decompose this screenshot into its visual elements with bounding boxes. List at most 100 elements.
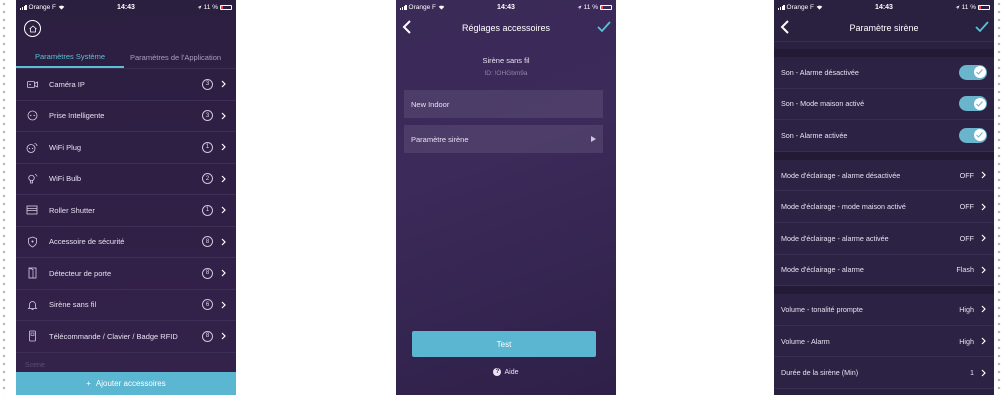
nav-bar: Réglages accessoires — [396, 14, 616, 42]
toggle-switch[interactable] — [959, 96, 987, 112]
status-time: 14:43 — [875, 3, 893, 11]
back-arrow-icon[interactable] — [401, 20, 413, 34]
device-count-badge: 8 — [202, 236, 213, 248]
chevron-right-icon — [219, 143, 227, 151]
camera-icon — [25, 77, 39, 91]
siren-settings-row[interactable]: Paramètre sirène — [404, 125, 603, 153]
test-button[interactable]: Test — [412, 331, 596, 357]
setting-light-alarm-on[interactable]: Mode d'éclairage - alarme activée OFF — [774, 222, 994, 255]
smart-plug-icon — [25, 109, 39, 123]
setting-light-alarm-off[interactable]: Mode d'éclairage - alarme désactivée OFF — [774, 159, 994, 192]
setting-light-alarm[interactable]: Mode d'éclairage - alarme Flash — [774, 254, 994, 287]
add-accessories-button[interactable]: + Ajouter accessoires — [16, 372, 236, 395]
setting-label: Son - Alarme désactivée — [781, 67, 859, 77]
status-time: 14:43 — [117, 3, 135, 11]
chevron-right-icon — [979, 337, 987, 345]
chevron-right-icon — [219, 238, 227, 246]
setting-light-home-mode[interactable]: Mode d'éclairage - mode maison activé OF… — [774, 191, 994, 223]
checkmark-icon[interactable] — [975, 21, 989, 33]
shield-icon — [25, 235, 39, 249]
home-button[interactable] — [24, 20, 41, 37]
checkmark-icon[interactable] — [597, 21, 611, 33]
device-name-field[interactable]: New Indoor — [404, 90, 603, 118]
setting-sound-alarm-on: Son - Alarme activée — [774, 120, 994, 152]
chevron-right-icon — [219, 206, 227, 214]
siren-settings-list: Son - Alarme désactivée Son - Mode maiso… — [774, 49, 994, 389]
decorative-dots-left — [2, 0, 6, 395]
status-bar: Orange F 14:43 11 % — [16, 0, 236, 14]
setting-label: Son - Alarme activée — [781, 130, 848, 140]
shutter-icon — [25, 203, 39, 217]
setting-volume-prompt[interactable]: Volume - tonalité prompte High — [774, 294, 994, 326]
device-label: Roller Shutter — [49, 205, 95, 215]
nav-bar: Paramètre sirène — [774, 14, 994, 42]
decorative-dots-right — [997, 0, 1001, 395]
tab-system-settings[interactable]: Paramètres Système — [16, 46, 124, 68]
device-label: Accessoire de sécurité — [49, 237, 125, 247]
toggle-switch[interactable] — [959, 127, 987, 143]
question-icon: ? — [493, 368, 502, 376]
battery-icon — [220, 4, 232, 10]
setting-value: 1 — [970, 368, 974, 378]
setting-value: OFF — [959, 202, 974, 212]
siren-settings-screen: Orange F 14:43 11 % Paramètre sirène Son… — [774, 0, 994, 395]
scene-section-label: Scene — [25, 362, 45, 369]
device-row-wireless-siren[interactable]: Sirène sans fil 6 — [16, 290, 236, 321]
chevron-right-icon — [219, 175, 227, 183]
device-count-badge: 6 — [202, 299, 213, 311]
device-row-ip-camera[interactable]: Caméra IP 3 — [16, 69, 236, 101]
device-label: Télécommande / Clavier / Badge RFID — [49, 331, 178, 341]
home-icon — [28, 24, 37, 32]
check-icon — [973, 97, 986, 110]
bell-icon — [25, 298, 39, 312]
setting-label: Volume - Alarm — [781, 336, 830, 346]
siren-settings-label: Paramètre sirène — [411, 134, 469, 144]
device-label: Caméra IP — [49, 79, 85, 89]
page-title: Réglages accessoires — [461, 23, 551, 33]
device-row-smart-plug[interactable]: Prise Intelligente 3 — [16, 101, 236, 132]
back-arrow-icon[interactable] — [779, 20, 791, 34]
tab-app-settings[interactable]: Paramètres de l'Application — [124, 46, 227, 68]
setting-label: Mode d'éclairage - alarme activée — [781, 233, 889, 243]
chevron-right-icon — [219, 80, 227, 88]
status-bar: Orange F 14:43 11 % — [774, 0, 994, 14]
chevron-right-icon — [979, 203, 987, 211]
device-row-roller-shutter[interactable]: Roller Shutter 1 — [16, 195, 236, 227]
battery-icon — [978, 4, 990, 10]
device-row-door-sensor[interactable]: Détecteur de porte 8 — [16, 258, 236, 290]
status-bar: Orange F 14:43 11 % — [396, 0, 616, 14]
device-row-remote-keypad-rfid[interactable]: Télécommande / Clavier / Badge RFID 8 — [16, 321, 236, 353]
device-row-wifi-bulb[interactable]: WiFi Bulb 2 — [16, 164, 236, 195]
help-link[interactable]: ? Aide — [396, 368, 616, 376]
status-time: 14:43 — [497, 3, 515, 11]
device-count-badge: 1 — [202, 204, 213, 216]
group-spacer — [774, 49, 994, 57]
device-count-badge: 8 — [202, 267, 213, 279]
group-spacer — [774, 286, 994, 295]
device-label: WiFi Plug — [49, 142, 82, 152]
device-label: Sirène sans fil — [49, 300, 97, 310]
chevron-right-icon — [979, 234, 987, 242]
setting-value: Flash — [956, 265, 974, 275]
toggle-switch[interactable] — [959, 64, 987, 80]
setting-label: Mode d'éclairage - alarme désactivée — [781, 170, 901, 180]
battery-icon — [600, 4, 612, 10]
device-row-security-accessory[interactable]: Accessoire de sécurité 8 — [16, 227, 236, 258]
setting-label: Durée de la sirène (Min) — [781, 368, 859, 378]
setting-label: Mode d'éclairage - mode maison activé — [781, 202, 906, 212]
bulb-icon — [25, 172, 39, 186]
page-title: Paramètre sirène — [849, 22, 919, 33]
device-name: Sirène sans fil — [482, 56, 530, 65]
setting-sound-home-mode: Son - Mode maison activé — [774, 88, 994, 121]
setting-siren-duration[interactable]: Durée de la sirène (Min) 1 — [774, 357, 994, 389]
accessory-settings-screen: Orange F 14:43 11 % Réglages accessoires… — [396, 0, 616, 395]
setting-label: Son - Mode maison activé — [781, 99, 865, 109]
door-icon — [25, 266, 39, 280]
device-id: ID: !OHGbm9a — [484, 70, 528, 77]
chevron-right-icon — [219, 112, 227, 120]
setting-volume-alarm[interactable]: Volume - Alarm High — [774, 325, 994, 358]
system-settings-screen: Orange F 14:43 11 % Paramètres Système P… — [16, 0, 236, 395]
setting-value: OFF — [959, 233, 974, 243]
setting-label: Mode d'éclairage - alarme — [781, 265, 864, 275]
device-row-wifi-plug[interactable]: WiFi Plug 1 — [16, 132, 236, 164]
